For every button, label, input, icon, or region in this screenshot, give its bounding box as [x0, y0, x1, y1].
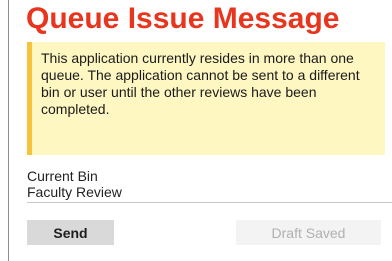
send-button[interactable]: Send [27, 220, 114, 245]
queue-issue-panel: Queue Issue Message This application cur… [0, 0, 392, 261]
panel-left-border [8, 0, 9, 261]
current-bin-label: Current Bin [27, 168, 98, 184]
dialog-title: Queue Issue Message [26, 2, 340, 35]
current-bin-value: Faculty Review [27, 184, 122, 200]
warning-callout: This application currently resides in mo… [27, 42, 385, 155]
warning-message: This application currently resides in mo… [41, 50, 360, 117]
divider [27, 202, 392, 203]
draft-saved-status: Draft Saved [236, 220, 381, 245]
